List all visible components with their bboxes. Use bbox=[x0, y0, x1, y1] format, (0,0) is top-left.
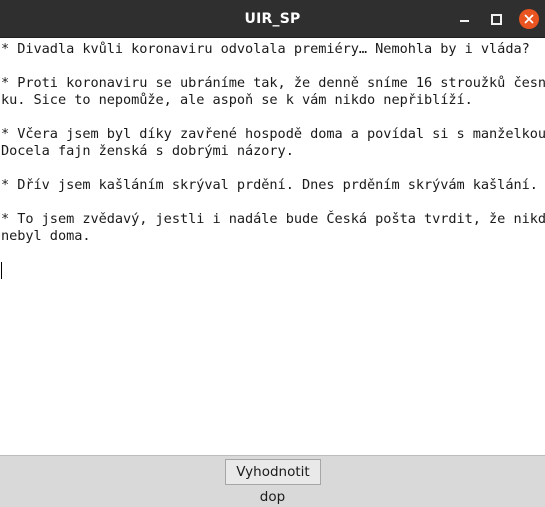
maximize-icon bbox=[491, 14, 502, 25]
minimize-icon bbox=[460, 20, 469, 22]
text-caret bbox=[1, 262, 2, 279]
result-label: dop bbox=[259, 489, 286, 505]
close-button[interactable] bbox=[519, 9, 539, 29]
title-bar[interactable]: UIR_SP bbox=[0, 0, 545, 38]
bottom-panel: Vyhodnotit dop bbox=[0, 455, 545, 507]
app-window: UIR_SP * Divadla kvůli koronaviru odvola… bbox=[0, 0, 545, 507]
evaluate-button[interactable]: Vyhodnotit bbox=[225, 459, 321, 485]
maximize-button[interactable] bbox=[486, 9, 506, 29]
minimize-button[interactable] bbox=[454, 9, 474, 29]
editor-text[interactable]: * Divadla kvůli koronaviru odvolala prem… bbox=[0, 38, 545, 245]
text-editor[interactable]: * Divadla kvůli koronaviru odvolala prem… bbox=[0, 38, 545, 455]
close-icon bbox=[524, 14, 534, 24]
